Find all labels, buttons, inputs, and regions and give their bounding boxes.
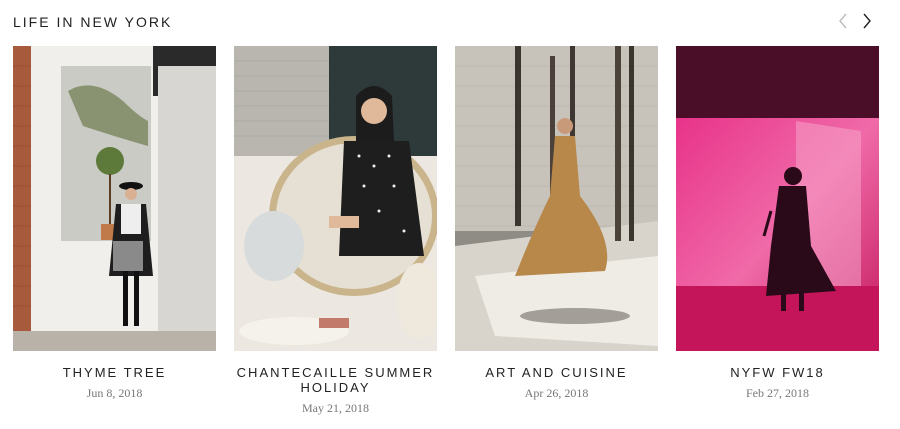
post-card[interactable]: THYME TREE Jun 8, 2018: [13, 46, 216, 401]
carousel-nav: [836, 12, 874, 30]
section-header: LIFE IN NEW YORK: [13, 12, 887, 34]
post-card[interactable]: ART AND CUISINE Apr 26, 2018: [455, 46, 658, 401]
post-image[interactable]: [234, 46, 437, 351]
post-date: Apr 26, 2018: [524, 386, 589, 400]
post-image[interactable]: [13, 46, 216, 351]
post-date: Jun 8, 2018: [86, 386, 143, 400]
post-title[interactable]: CHANTECAILLE SUMMER HOLIDAY: [234, 365, 437, 395]
post-title[interactable]: NYFW FW18: [676, 365, 879, 380]
post-image[interactable]: [676, 46, 879, 351]
chevron-left-icon[interactable]: [836, 12, 850, 30]
post-image[interactable]: [455, 46, 658, 351]
post-date: Feb 27, 2018: [746, 386, 809, 400]
section-title: LIFE IN NEW YORK: [13, 14, 173, 30]
post-title[interactable]: ART AND CUISINE: [455, 365, 658, 380]
post-title[interactable]: THYME TREE: [13, 365, 216, 380]
post-date: May 21, 2018: [302, 401, 369, 415]
post-card[interactable]: CHANTECAILLE SUMMER HOLIDAY May 21, 2018: [234, 46, 437, 416]
chevron-right-icon[interactable]: [860, 12, 874, 30]
post-card[interactable]: NYFW FW18 Feb 27, 2018: [676, 46, 879, 401]
